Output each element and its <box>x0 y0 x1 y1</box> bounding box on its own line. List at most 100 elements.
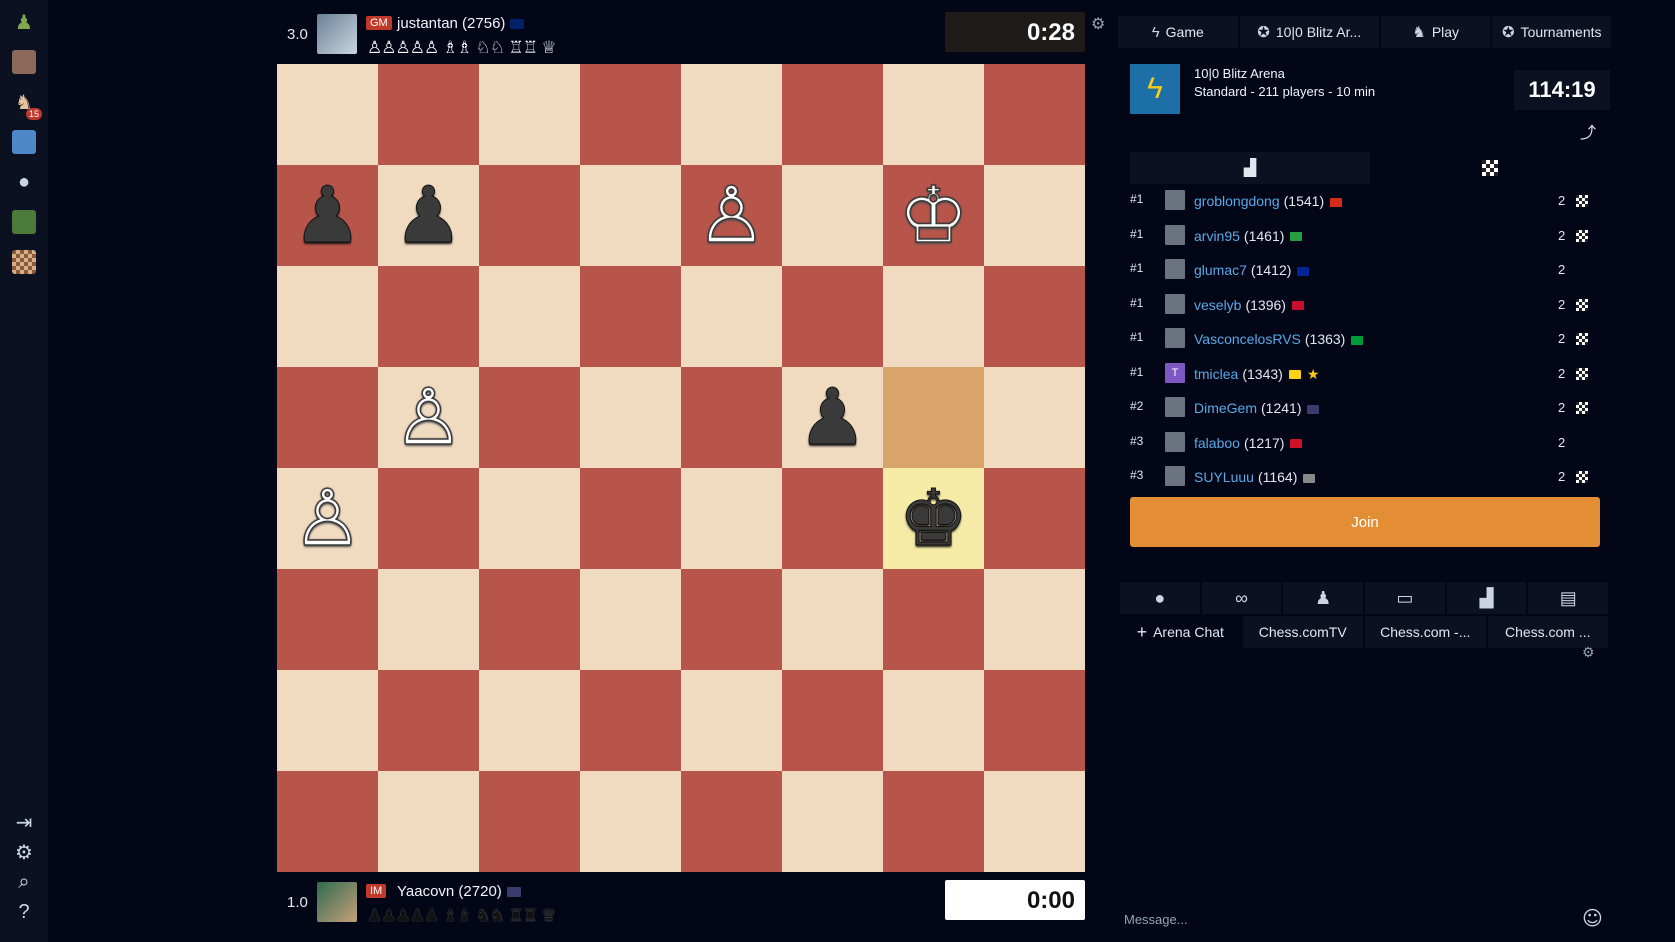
board-square[interactable]: ♙ <box>681 165 782 266</box>
chat-bubble-icon[interactable]: ● <box>1120 582 1200 614</box>
board-square[interactable]: ♟ <box>378 165 479 266</box>
help-icon[interactable]: ? <box>12 900 36 924</box>
board-settings-gear-icon[interactable]: ⚙ <box>1091 14 1105 34</box>
board-square[interactable] <box>984 670 1085 771</box>
board-square[interactable] <box>681 367 782 468</box>
board-square[interactable] <box>984 367 1085 468</box>
player-name-link[interactable]: glumac7 (1412) <box>1194 262 1310 278</box>
board-square[interactable] <box>681 64 782 165</box>
board-square[interactable] <box>479 771 580 872</box>
board-square[interactable] <box>580 367 681 468</box>
board-square[interactable]: ♔ <box>883 165 984 266</box>
top-player-avatar[interactable] <box>317 14 357 54</box>
board-square[interactable] <box>277 64 378 165</box>
board-square[interactable]: ♚ <box>883 468 984 569</box>
board-square[interactable] <box>681 771 782 872</box>
board-square[interactable] <box>984 64 1085 165</box>
tab-10-0-blitz-ar[interactable]: ✪ 10|0 Blitz Ar... <box>1239 16 1379 48</box>
board-square[interactable] <box>479 367 580 468</box>
board-square[interactable] <box>580 569 681 670</box>
player-name-link[interactable]: VasconcelosRVS (1363) <box>1194 331 1364 347</box>
chat-room-tab[interactable]: Chess.comTV <box>1242 616 1363 648</box>
top-player-name[interactable]: justantan (2756) <box>397 15 525 32</box>
board-square[interactable] <box>479 64 580 165</box>
tab-games[interactable] <box>1370 152 1610 184</box>
board-square[interactable] <box>782 569 883 670</box>
standings-row[interactable]: #2 DimeGem (1241) 2 <box>1130 395 1610 430</box>
board-square[interactable]: ♟ <box>277 165 378 266</box>
black-pawn-piece[interactable]: ♟ <box>393 176 464 255</box>
play-icon[interactable]: ♞ 15 <box>12 90 42 120</box>
board-square[interactable] <box>378 64 479 165</box>
white-king-piece[interactable]: ♔ <box>898 176 969 256</box>
board-square[interactable] <box>580 670 681 771</box>
bottom-player-name[interactable]: Yaacovn (2720) <box>397 883 521 900</box>
board-square[interactable] <box>277 367 378 468</box>
join-button[interactable]: Join <box>1130 497 1600 547</box>
tab-tournaments[interactable]: ✪ Tournaments <box>1492 16 1611 48</box>
player-name-link[interactable]: arvin95 (1461) <box>1194 228 1303 244</box>
board-square[interactable] <box>580 468 681 569</box>
board-square[interactable] <box>479 165 580 266</box>
profile-avatar[interactable] <box>12 50 36 74</box>
board-square[interactable] <box>277 266 378 367</box>
standings-row[interactable]: #3 falaboo (1217) 2 <box>1130 430 1610 465</box>
bottom-player-avatar[interactable] <box>317 882 357 922</box>
board-square[interactable] <box>984 165 1085 266</box>
black-pawn-piece[interactable]: ♟ <box>797 378 868 457</box>
board-square[interactable] <box>277 569 378 670</box>
board-square[interactable] <box>378 771 479 872</box>
board-square[interactable] <box>883 367 984 468</box>
white-pawn-piece[interactable]: ♙ <box>292 479 363 559</box>
binoculars-icon[interactable]: ∞ <box>1201 582 1282 614</box>
board-square[interactable] <box>883 64 984 165</box>
board-icon[interactable] <box>12 250 36 274</box>
board-square[interactable]: ♟ <box>782 367 883 468</box>
board-square[interactable] <box>378 468 479 569</box>
player-name-link[interactable]: SUYLuuu (1164) <box>1194 469 1316 485</box>
board-square[interactable] <box>681 569 782 670</box>
chess-board[interactable]: ♟ ♟ ♙ ♔ ♙ ♟ ♙ ♚ <box>277 64 1085 872</box>
speech-icon[interactable]: ▭ <box>1365 582 1445 614</box>
board-square[interactable] <box>782 64 883 165</box>
white-pawn-piece[interactable]: ♙ <box>393 378 464 458</box>
tv-icon[interactable] <box>12 210 36 234</box>
player-name-link[interactable]: tmiclea (1343) ★ <box>1194 366 1319 383</box>
board-square[interactable] <box>984 771 1085 872</box>
chess-logo-icon[interactable]: ♟ <box>12 10 36 34</box>
board-square[interactable] <box>782 670 883 771</box>
board-square[interactable] <box>984 569 1085 670</box>
board-square[interactable] <box>883 670 984 771</box>
board-square[interactable] <box>883 569 984 670</box>
standings-row[interactable]: #1 VasconcelosRVS (1363) 2 <box>1130 326 1610 361</box>
login-icon[interactable]: ⇥ <box>12 810 36 834</box>
board-square[interactable] <box>479 569 580 670</box>
player-name-link[interactable]: falaboo (1217) <box>1194 435 1303 451</box>
chat-room-tab[interactable]: Chess.com -... <box>1365 616 1486 648</box>
puzzles-icon[interactable] <box>12 130 36 154</box>
standings-row[interactable]: #1 glumac7 (1412) 2 <box>1130 257 1610 292</box>
board-square[interactable] <box>277 771 378 872</box>
board-square[interactable] <box>479 468 580 569</box>
chat-room-tab[interactable]: + Arena Chat <box>1120 616 1241 648</box>
board-square[interactable] <box>782 266 883 367</box>
share-icon[interactable]: ⤴ <box>1580 119 1596 143</box>
black-king-piece[interactable]: ♚ <box>898 479 969 558</box>
white-pawn-piece[interactable]: ♙ <box>696 176 767 256</box>
player-name-link[interactable]: DimeGem (1241) <box>1194 400 1320 416</box>
board-square[interactable] <box>580 266 681 367</box>
chat-settings-gear-icon[interactable]: ⚙ <box>1582 644 1595 661</box>
users-icon[interactable]: ♟ <box>1283 582 1364 614</box>
board-square[interactable]: ♙ <box>277 468 378 569</box>
board-square[interactable] <box>580 165 681 266</box>
board-square[interactable] <box>277 670 378 771</box>
standings-row[interactable]: #1 arvin95 (1461) 2 <box>1130 223 1610 258</box>
podium-icon[interactable]: ▟ <box>1446 582 1527 614</box>
tab-game[interactable]: ϟ Game <box>1118 16 1238 48</box>
chat-message-input[interactable] <box>1118 904 1558 934</box>
black-pawn-piece[interactable]: ♟ <box>292 176 363 255</box>
board-square[interactable] <box>681 468 782 569</box>
settings-icon[interactable]: ⚙ <box>12 840 36 864</box>
board-square[interactable] <box>681 670 782 771</box>
board-square[interactable] <box>782 771 883 872</box>
